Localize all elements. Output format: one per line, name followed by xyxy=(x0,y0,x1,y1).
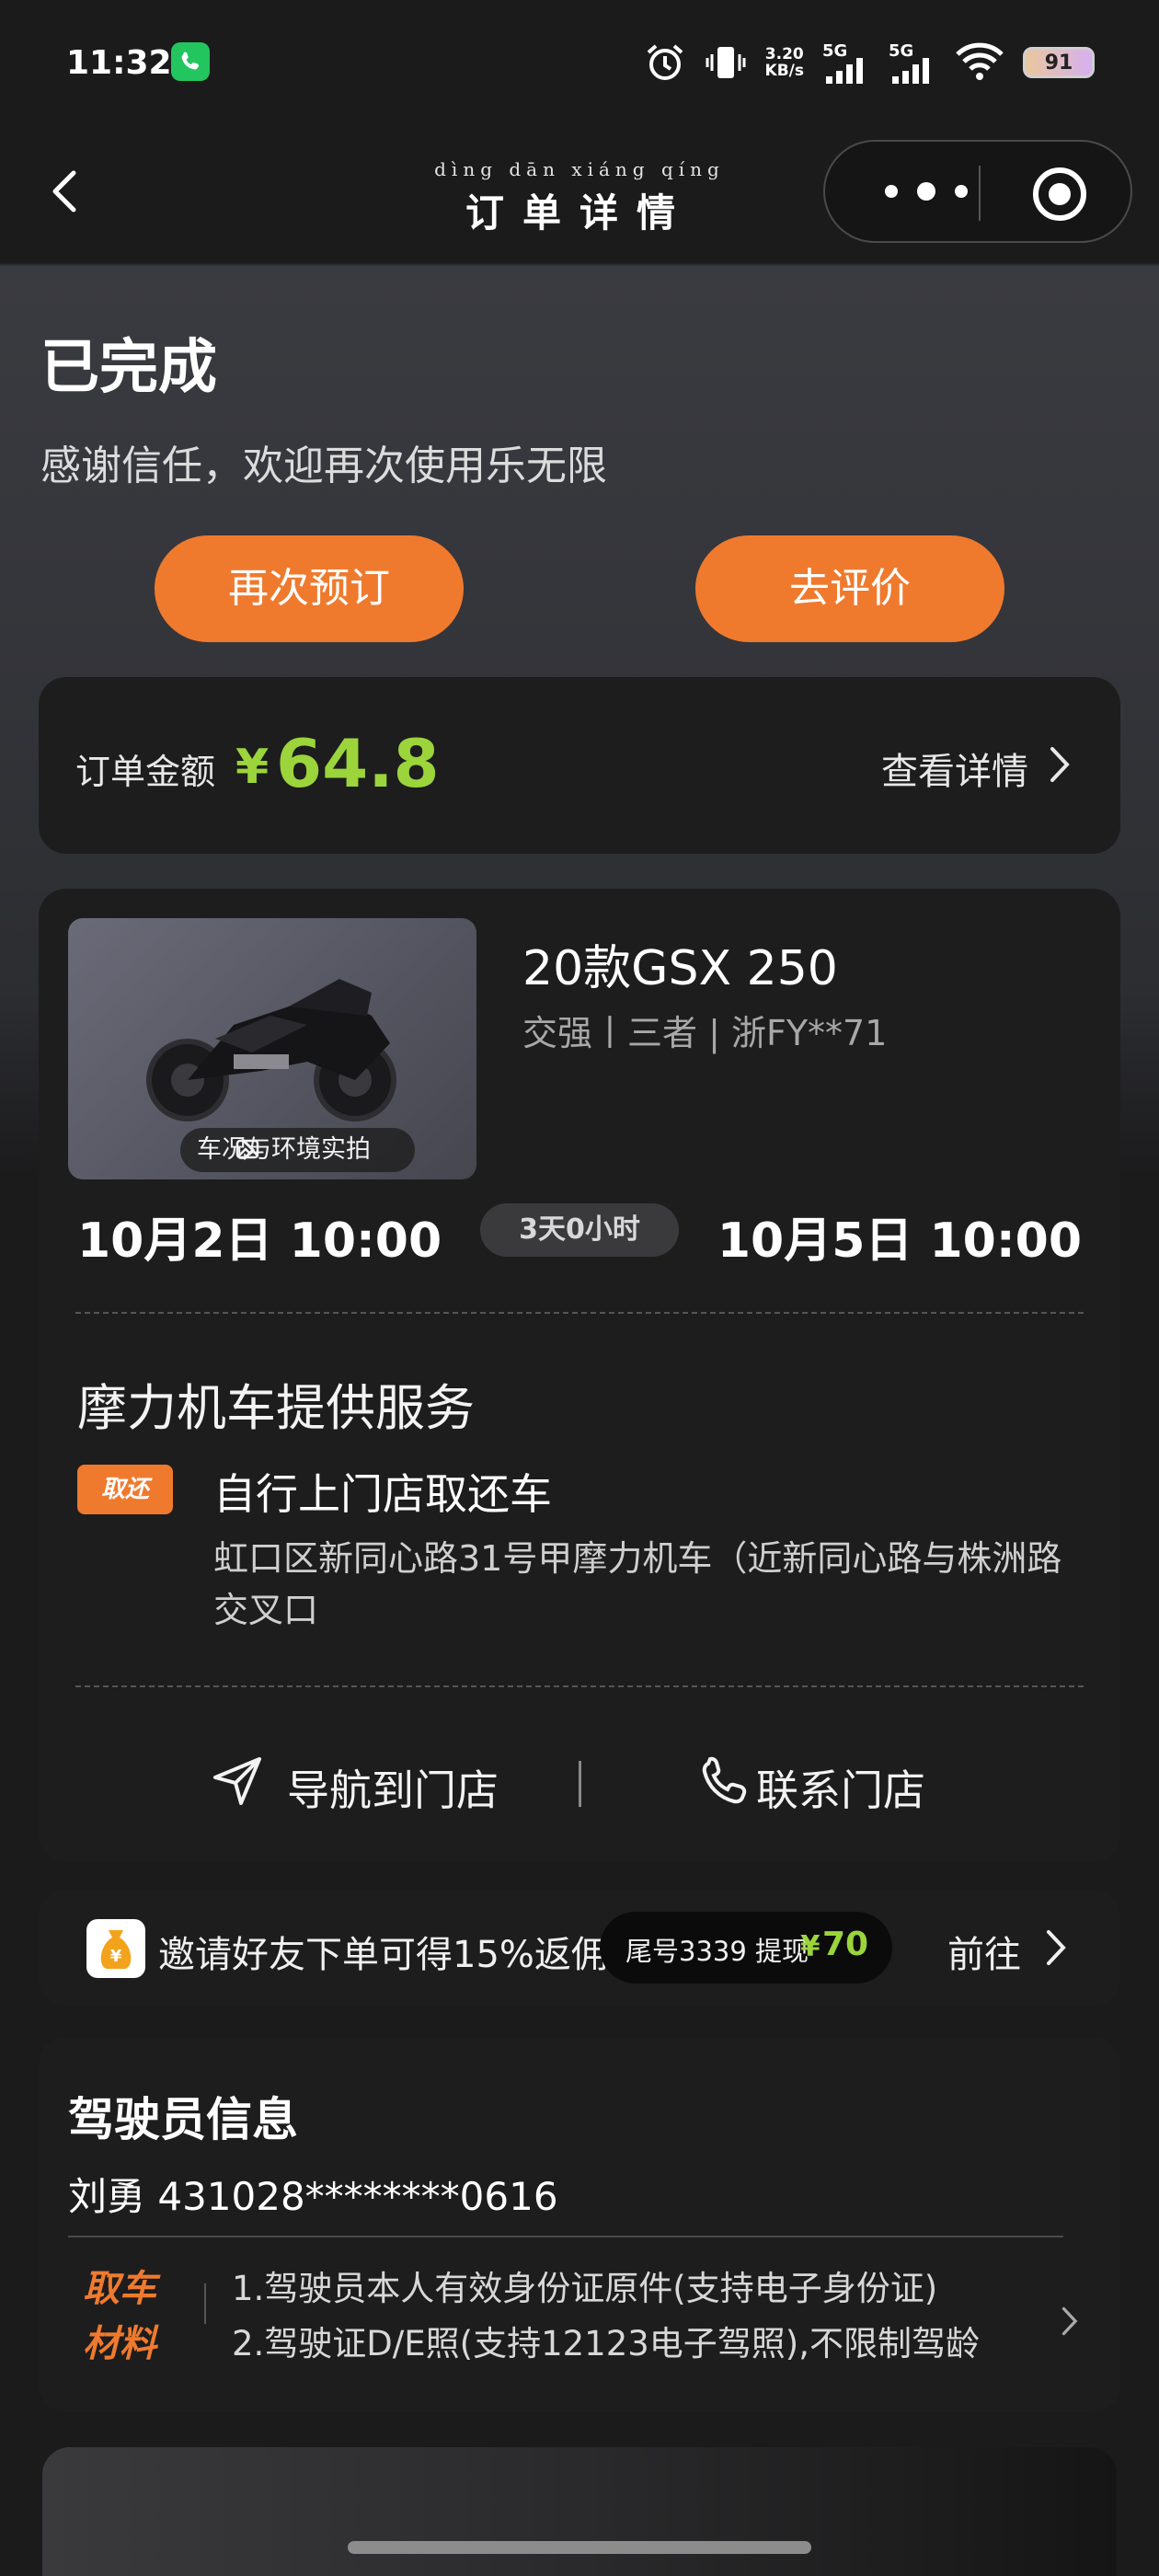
withdraw-text: 尾号3339 提现 xyxy=(625,1936,809,1967)
pickup-materials-list[interactable]: 1.驾驶员本人有效身份证原件(支持电子身份证) 2.驾驶证D/E照(支持1212… xyxy=(232,2261,980,2372)
review-button[interactable]: 去评价 xyxy=(695,535,1004,642)
phone-icon xyxy=(702,1756,747,1804)
mini-program-capsule xyxy=(823,140,1132,243)
alarm-icon xyxy=(647,44,683,80)
order-amount-card: 订单金额 ¥ 64.8 查看详情 xyxy=(39,677,1120,854)
network-speed-value: 3.20 xyxy=(764,45,804,63)
invite-banner[interactable]: ¥ 邀请好友下单可得15%返佣 尾号3339 提现 ¥ 70 前往 xyxy=(39,1890,1120,2006)
pickup-materials-tag: 取车 材料 xyxy=(83,2261,156,2372)
material-item-1: 1.驾驶员本人有效身份证原件(支持电子身份证) xyxy=(232,2269,938,2308)
driver-info-title: 驾驶员信息 xyxy=(68,2093,298,2146)
motorcycle-image xyxy=(146,979,396,1121)
order-amount-label: 订单金额 xyxy=(75,752,216,792)
pickup-tag: 取还 xyxy=(77,1465,173,1514)
wifi-icon xyxy=(956,42,1004,80)
svg-text:¥: ¥ xyxy=(110,1947,122,1966)
pickup-method: 自行上门店取还车 xyxy=(213,1469,552,1519)
signal-bars-icon xyxy=(826,58,863,84)
order-detail-page: 11:32 3.20 KB/s 5G 5G 91 dìng dān xiáng … xyxy=(0,0,1159,2576)
vehicle-meta: 交强丨三者 | 浙FY**71 xyxy=(522,1013,888,1053)
order-status-title: 已完成 xyxy=(40,334,217,402)
call-indicator-icon xyxy=(171,42,210,81)
status-bar: 11:32 3.20 KB/s 5G 5G 91 xyxy=(0,0,1159,129)
rental-start-time: 10月2日 10:00 xyxy=(77,1213,442,1269)
pickup-materials-tag-line2: 材料 xyxy=(83,2323,156,2365)
home-indicator[interactable] xyxy=(348,2541,811,2554)
navigation-bar: dìng dān xiáng qíng 订单详情 xyxy=(0,129,1159,262)
view-detail-link[interactable]: 查看详情 xyxy=(881,742,1028,795)
service-provider: 摩力机车提供服务 xyxy=(77,1379,475,1437)
motorcycle-photo[interactable]: 车况与环境实拍 xyxy=(68,918,476,1179)
navigation-arrow-icon xyxy=(213,1757,261,1805)
chevron-right-icon xyxy=(242,1139,256,1161)
capsule-divider xyxy=(979,166,981,221)
status-indicators: 3.20 KB/s 5G 5G 91 xyxy=(644,35,1095,90)
materials-divider xyxy=(204,2283,206,2324)
store-address: 虹口区新同心路31号甲摩力机车（近新同心路与株洲路交叉口 xyxy=(213,1538,1062,1630)
chevron-right-icon[interactable] xyxy=(1058,2304,1080,2339)
close-program-icon[interactable] xyxy=(1031,166,1088,223)
withdraw-currency: ¥ xyxy=(800,1930,820,1963)
dashed-divider xyxy=(75,1685,1084,1687)
signal-2: 5G xyxy=(889,41,936,84)
order-status-subtitle: 感谢信任，欢迎再次使用乐无限 xyxy=(40,443,607,489)
driver-divider xyxy=(68,2236,1063,2237)
battery-indicator: 91 xyxy=(1023,47,1095,78)
material-item-2: 2.驾驶证D/E照(支持12123电子驾照),不限制驾龄 xyxy=(232,2324,980,2363)
navigate-to-store-button[interactable]: 导航到门店 xyxy=(213,1757,499,1818)
invite-go-link[interactable]: 前往 xyxy=(947,1925,1021,1978)
contact-store-button[interactable]: 联系门店 xyxy=(702,1756,925,1818)
vehicle-name: 20款GSX 250 xyxy=(522,941,838,996)
withdraw-pill[interactable]: 尾号3339 提现 ¥ 70 xyxy=(600,1912,892,1984)
contact-store-label: 联系门店 xyxy=(756,1765,925,1815)
order-amount-value: 64.8 xyxy=(276,725,440,802)
money-bag-icon: ¥ xyxy=(86,1919,145,1978)
invite-text: 邀请好友下单可得15%返佣 xyxy=(158,1934,608,1976)
rebook-button[interactable]: 再次预订 xyxy=(155,535,464,642)
photo-tag[interactable]: 车况与环境实拍 xyxy=(180,1128,415,1172)
chevron-right-icon[interactable] xyxy=(1041,1926,1069,1969)
rental-duration-badge: 3天0小时 xyxy=(480,1203,679,1257)
vibrate-icon xyxy=(706,47,746,78)
actions-divider xyxy=(579,1761,581,1807)
photo-tag-label: 车况与环境实拍 xyxy=(197,1135,371,1164)
rental-end-time: 10月5日 10:00 xyxy=(717,1213,1082,1269)
network-speed: 3.20 KB/s xyxy=(765,46,804,79)
dashed-divider xyxy=(75,1312,1084,1314)
order-amount-currency: ¥ xyxy=(235,740,270,795)
driver-name-id: 刘勇 431028********0616 xyxy=(68,2174,558,2219)
more-options-icon[interactable] xyxy=(871,171,981,212)
network-speed-unit: KB/s xyxy=(764,62,804,80)
chevron-right-icon[interactable] xyxy=(1045,743,1073,786)
status-time: 11:32 xyxy=(66,44,172,82)
store-actions: 导航到门店 联系门店 xyxy=(39,1735,1120,1827)
withdraw-amount: 70 xyxy=(822,1926,869,1963)
signal-bars-icon xyxy=(892,58,929,84)
driver-info-card: 驾驶员信息 刘勇 431028********0616 取车 材料 1.驾驶员本… xyxy=(39,2037,1120,2412)
vehicle-card: 车况与环境实拍 20款GSX 250 交强丨三者 | 浙FY**71 10月2日… xyxy=(39,889,1120,1862)
signal-1: 5G xyxy=(822,41,870,84)
bottom-card-partial xyxy=(42,2447,1117,2576)
pickup-materials-tag-line1: 取车 xyxy=(83,2268,156,2310)
navigate-to-store-label: 导航到门店 xyxy=(287,1765,499,1815)
